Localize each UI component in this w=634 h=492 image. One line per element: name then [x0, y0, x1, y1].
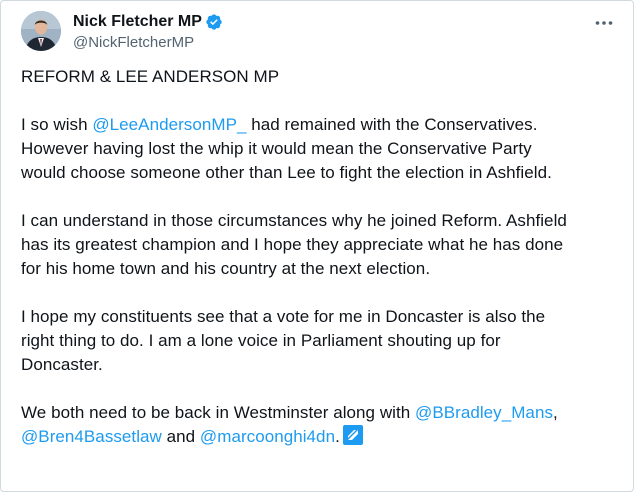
text-fragment: . [335, 427, 340, 446]
text-fragment: I so wish [21, 115, 93, 134]
paragraph-1-line-2: However having lost the whip it would me… [21, 139, 532, 158]
paragraph-2-line-1: I can understand in those circumstances … [21, 211, 567, 230]
text-fragment: and [161, 427, 200, 446]
display-name-row: Nick Fletcher MP [73, 12, 223, 32]
tweet-heading: REFORM & LEE ANDERSON MP [21, 67, 280, 86]
text-fragment: had remained with the Conservatives. [246, 115, 538, 134]
paragraph-1-line-1: I so wish @LeeAndersonMP_ had remained w… [21, 113, 621, 137]
verified-badge-icon[interactable] [205, 13, 223, 31]
paragraph-4: We both need to be back in Westminster a… [21, 401, 621, 449]
tweet-header: Nick Fletcher MP @NickFletcherMP [21, 11, 621, 57]
paragraph-4-line-1: We both need to be back in Westminster a… [21, 401, 621, 425]
paragraph-1-line-3: would choose someone other than Lee to f… [21, 163, 552, 182]
author-info: Nick Fletcher MP @NickFletcherMP [73, 12, 223, 51]
tweet-card: Nick Fletcher MP @NickFletcherMP REFORM … [0, 0, 634, 492]
paragraph-4-line-2: @Bren4Bassetlaw and @marcoonghi4dn. [21, 425, 621, 449]
author-handle[interactable]: @NickFletcherMP [73, 34, 223, 51]
tweet-text: REFORM & LEE ANDERSON MP I so wish @LeeA… [21, 65, 621, 473]
text-fragment: We both need to be back in Westminster a… [21, 403, 416, 422]
text-fragment: , [553, 403, 558, 422]
avatar[interactable] [21, 11, 61, 51]
paragraph-2-line-3: for his home town and his country at the… [21, 259, 431, 278]
paragraph-2-line-2: has its greatest champion and I hope the… [21, 235, 564, 254]
mention-marcoonghi4dn[interactable]: @marcoonghi4dn [200, 427, 335, 446]
paragraph-2: I can understand in those circumstances … [21, 209, 621, 281]
watermark-logo-icon [342, 425, 363, 445]
paragraph-3-line-1: I hope my constituents see that a vote f… [21, 307, 546, 326]
more-options-button[interactable] [593, 15, 615, 31]
paragraph-3-line-3: Doncaster. [21, 355, 103, 374]
mention-bbradley-mans[interactable]: @BBradley_Mans [415, 403, 553, 422]
paragraph-3: I hope my constituents see that a vote f… [21, 305, 621, 377]
tweet-heading-paragraph: REFORM & LEE ANDERSON MP [21, 65, 621, 89]
display-name[interactable]: Nick Fletcher MP [73, 13, 202, 31]
mention-bren4bassetlaw[interactable]: @Bren4Bassetlaw [21, 427, 162, 446]
paragraph-1: I so wish @LeeAndersonMP_ had remained w… [21, 113, 621, 185]
mention-lee-anderson[interactable]: @LeeAndersonMP_ [92, 115, 246, 134]
avatar-portrait-icon [21, 11, 61, 51]
paragraph-3-line-2: right thing to do. I am a lone voice in … [21, 331, 501, 350]
more-horizontal-icon [595, 21, 613, 25]
